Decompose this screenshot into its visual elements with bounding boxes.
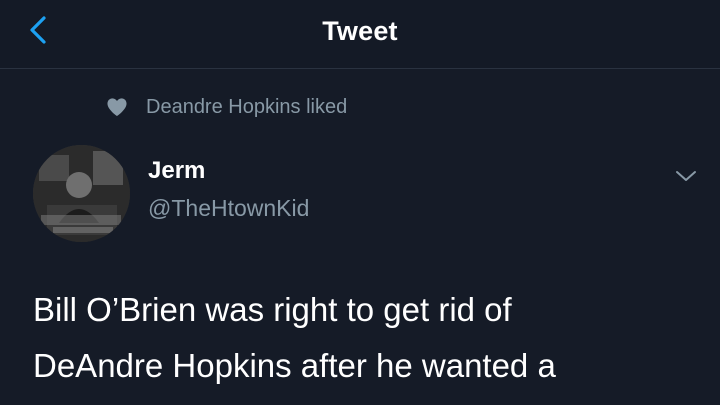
tweet-text: Bill O’Brien was right to get rid of DeA…: [33, 282, 693, 394]
author-handle: @TheHtownKid: [148, 195, 310, 221]
tweet-menu-button[interactable]: [672, 166, 700, 186]
top-bar: Tweet: [0, 0, 720, 69]
tweet-text-line: DeAndre Hopkins after he wanted a: [33, 347, 556, 384]
social-context: Deandre Hopkins liked: [106, 94, 347, 120]
chevron-down-icon: [676, 171, 696, 181]
avatar[interactable]: [33, 145, 130, 242]
author-display-name[interactable]: Jerm: [148, 157, 205, 185]
avatar-image: [33, 145, 130, 242]
heart-icon: [107, 98, 127, 117]
social-context-label: Deandre Hopkins liked: [146, 95, 348, 118]
tweet-text-line: Bill O’Brien was right to get rid of: [33, 291, 512, 328]
page-title: Tweet: [322, 16, 398, 46]
